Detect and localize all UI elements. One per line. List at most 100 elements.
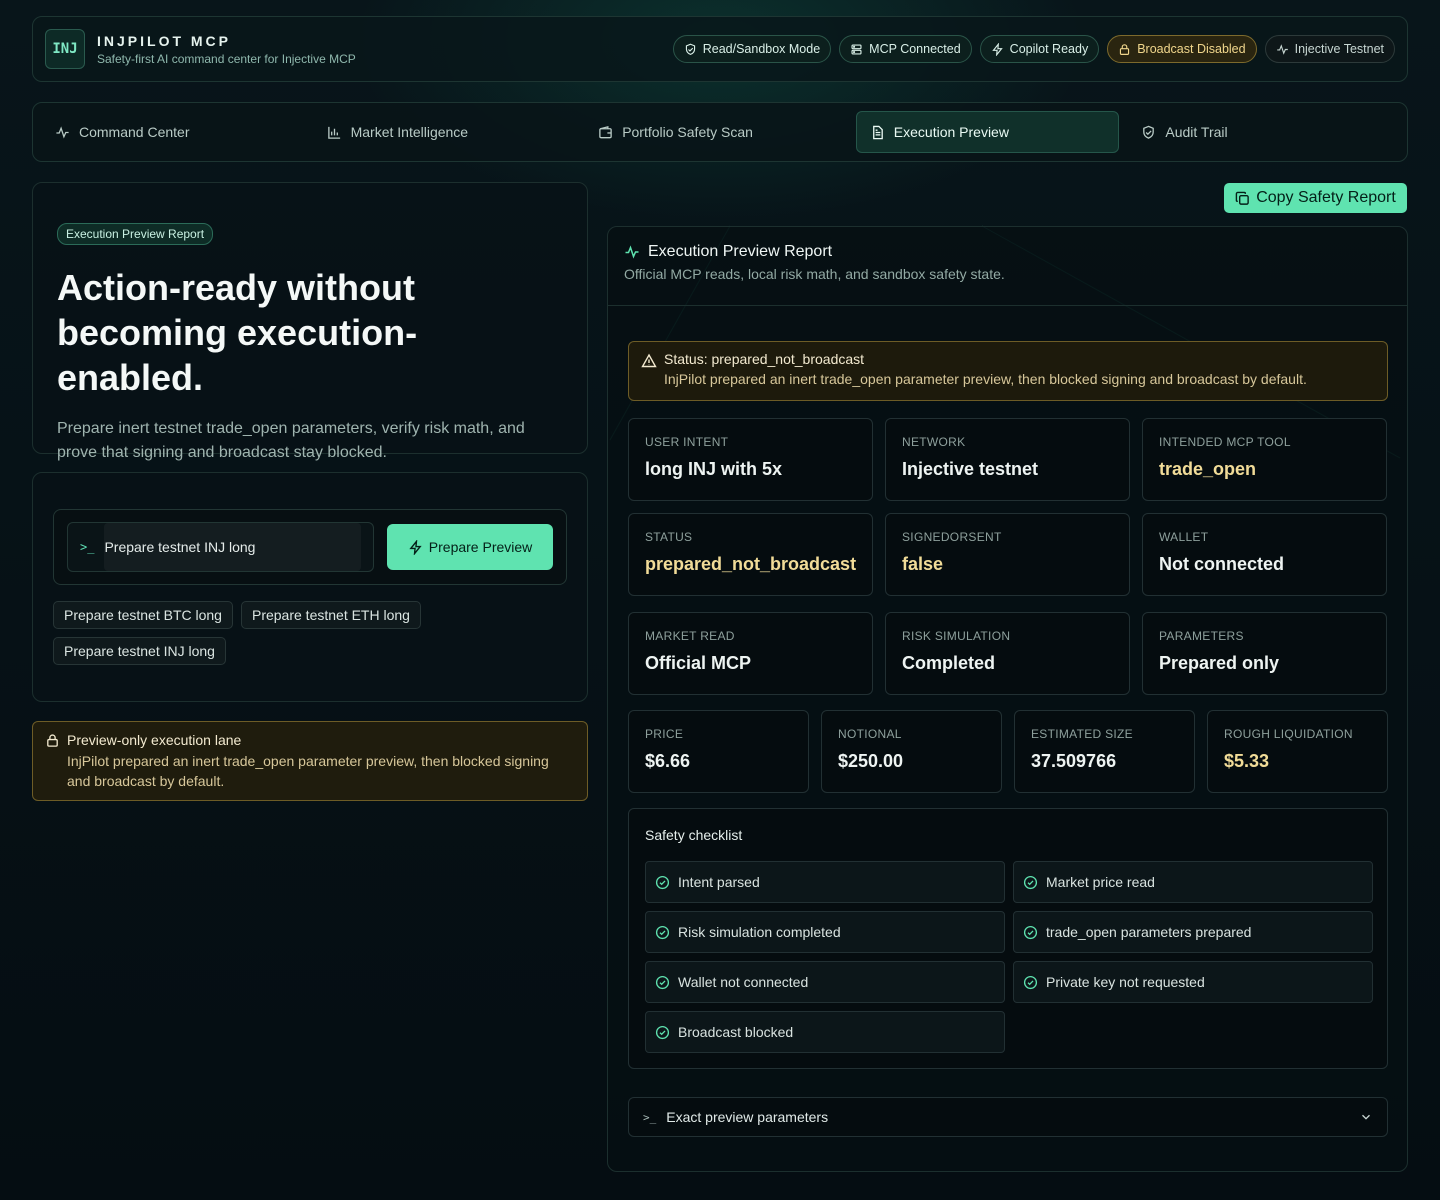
prompt-row: >_ Prepare testnet INJ long Prepare Prev… bbox=[53, 509, 567, 585]
badge-copilot-ready: Copilot Ready bbox=[979, 35, 1100, 63]
server-icon bbox=[851, 43, 862, 55]
tab-command-center[interactable]: Command Center bbox=[41, 111, 305, 153]
shield-check-icon bbox=[685, 43, 695, 55]
report-header: Execution Preview Report Official MCP re… bbox=[608, 227, 1407, 306]
metric-label: ROUGH LIQUIDATION bbox=[1224, 727, 1353, 741]
stat-value: Injective testnet bbox=[902, 459, 1039, 479]
logo: INJ bbox=[45, 29, 85, 69]
stat-grid-row-1: USER INTENT long INJ with 5x NETWORK Inj… bbox=[628, 418, 1388, 501]
activity-icon bbox=[625, 245, 639, 259]
chevron-down-icon bbox=[1362, 1114, 1370, 1120]
stat-value: false bbox=[902, 554, 944, 574]
check-circle-icon bbox=[1023, 925, 1038, 939]
check-circle-icon bbox=[1023, 975, 1038, 989]
report-title-text: Execution Preview Report bbox=[648, 243, 833, 260]
prompt-field[interactable]: Prepare testnet INJ long bbox=[104, 523, 362, 571]
tab-label: Market Intelligence bbox=[350, 124, 469, 140]
stat-label: USER INTENT bbox=[645, 435, 729, 449]
suggestion-chips: Prepare testnet BTC long Prepare testnet… bbox=[53, 601, 453, 665]
main-tabs: Command Center Market Intelligence Portf… bbox=[32, 102, 1408, 162]
stat-grid-row-2: STATUS prepared_not_broadcast SIGNEDORSE… bbox=[628, 513, 1388, 596]
metric-label: ESTIMATED SIZE bbox=[1031, 727, 1133, 741]
stat-card: INTENDED MCP TOOL trade_open bbox=[1142, 418, 1387, 501]
status-badges: Read/Sandbox Mode MCP Connected Copilot … bbox=[672, 35, 1395, 63]
stat-card: SIGNEDORSENT false bbox=[885, 513, 1130, 596]
tab-portfolio-safety-scan[interactable]: Portfolio Safety Scan bbox=[584, 111, 848, 153]
notice-title: Preview-only execution lane bbox=[67, 732, 242, 748]
stat-value: long INJ with 5x bbox=[645, 459, 783, 479]
tab-audit-trail[interactable]: Audit Trail bbox=[1127, 111, 1391, 153]
badge-sandbox-mode: Read/Sandbox Mode bbox=[672, 35, 832, 63]
button-label: Copy Safety Report bbox=[1256, 189, 1396, 206]
checklist-grid: Intent parsed Market price read Risk sim… bbox=[645, 861, 1373, 1053]
stat-card: STATUS prepared_not_broadcast bbox=[628, 513, 873, 596]
checklist-item: trade_open parameters prepared bbox=[1013, 911, 1373, 953]
tab-label: Command Center bbox=[79, 124, 190, 140]
terminal-icon: >_ bbox=[643, 1110, 657, 1124]
badge-label: Copilot Ready bbox=[1009, 42, 1089, 56]
suggestion-chip[interactable]: Prepare testnet INJ long bbox=[53, 637, 226, 665]
metric-value: $5.33 bbox=[1224, 751, 1270, 771]
prepare-preview-button[interactable]: Prepare Preview bbox=[387, 524, 553, 570]
stat-card: NETWORK Injective testnet bbox=[885, 418, 1130, 501]
checklist-label: Broadcast blocked bbox=[678, 1024, 794, 1040]
stat-value: Not connected bbox=[1159, 554, 1285, 574]
check-circle-icon bbox=[655, 925, 670, 939]
stat-card: RISK SIMULATION Completed bbox=[885, 612, 1130, 695]
checklist-label: Intent parsed bbox=[678, 874, 760, 890]
safety-checklist: Safety checklist Intent parsed Market pr… bbox=[628, 808, 1388, 1069]
badge-label: MCP Connected bbox=[869, 42, 961, 56]
lightning-icon bbox=[409, 539, 422, 555]
badge-broadcast-disabled: Broadcast Disabled bbox=[1107, 35, 1257, 63]
check-circle-icon bbox=[655, 1025, 670, 1039]
status-text: InjPilot prepared an inert trade_open pa… bbox=[664, 371, 1307, 387]
copy-icon bbox=[1235, 191, 1250, 205]
prompt-input[interactable]: >_ Prepare testnet INJ long bbox=[67, 522, 375, 572]
lock-icon bbox=[47, 734, 58, 747]
badge-label: Read/Sandbox Mode bbox=[702, 42, 821, 56]
checklist-label: trade_open parameters prepared bbox=[1046, 924, 1252, 940]
execution-preview-report: Execution Preview Report Official MCP re… bbox=[607, 226, 1408, 1172]
copy-safety-report-button[interactable]: Copy Safety Report bbox=[1224, 183, 1407, 213]
checklist-label: Market price read bbox=[1046, 874, 1155, 890]
metric-label: PRICE bbox=[645, 727, 684, 741]
stat-label: NETWORK bbox=[902, 435, 966, 449]
checklist-item: Broadcast blocked bbox=[645, 1011, 1005, 1053]
shield-icon bbox=[1143, 125, 1155, 139]
metric-card: PRICE $6.66 bbox=[628, 710, 809, 793]
suggestion-chip[interactable]: Prepare testnet ETH long bbox=[240, 601, 421, 629]
stat-card: MARKET READ Official MCP bbox=[628, 612, 873, 695]
hero-card: Execution Preview Report Action-ready wi… bbox=[32, 182, 588, 461]
stat-card: PARAMETERS Prepared only bbox=[1142, 612, 1387, 695]
preview-lane-notice: Preview-only execution lane InjPilot pre… bbox=[32, 721, 588, 801]
bar-chart-icon bbox=[327, 126, 340, 139]
hero-title: Action-ready without becoming execution-… bbox=[57, 267, 418, 398]
metric-value: $250.00 bbox=[838, 751, 904, 771]
stat-label: RISK SIMULATION bbox=[902, 629, 1011, 643]
top-bar: INJ INJPILOT MCP Safety-first AI command… bbox=[32, 16, 1408, 82]
lock-icon bbox=[1120, 43, 1130, 55]
metric-value: $6.66 bbox=[645, 751, 691, 771]
tab-execution-preview[interactable]: Execution Preview bbox=[855, 111, 1120, 153]
report-title: Execution Preview Report bbox=[624, 243, 1391, 261]
stat-value: Official MCP bbox=[645, 653, 752, 673]
tab-market-intelligence[interactable]: Market Intelligence bbox=[313, 111, 577, 153]
checklist-label: Wallet not connected bbox=[678, 974, 809, 990]
stat-card: WALLET Not connected bbox=[1142, 513, 1387, 596]
metric-card: ESTIMATED SIZE 37.509766 bbox=[1014, 710, 1195, 793]
suggestion-chip[interactable]: Prepare testnet BTC long bbox=[53, 601, 233, 629]
hero-description: Prepare inert testnet trade_open paramet… bbox=[57, 420, 525, 461]
hero-pill: Execution Preview Report bbox=[57, 223, 214, 245]
checklist-label: Risk simulation completed bbox=[678, 924, 841, 940]
metric-value: 37.509766 bbox=[1031, 751, 1117, 771]
stat-label: STATUS bbox=[645, 530, 693, 544]
document-icon bbox=[872, 125, 883, 139]
app-subtitle: Safety-first AI command center for Injec… bbox=[97, 51, 356, 66]
metric-label: NOTIONAL bbox=[838, 727, 902, 741]
exact-parameters-accordion[interactable]: >_ Exact preview parameters bbox=[628, 1097, 1388, 1137]
stat-label: SIGNEDORSENT bbox=[902, 530, 1002, 544]
check-circle-icon bbox=[655, 975, 670, 989]
badge-label: Injective Testnet bbox=[1294, 42, 1384, 56]
wallet-icon bbox=[599, 125, 612, 138]
checklist-item: Market price read bbox=[1013, 861, 1373, 903]
